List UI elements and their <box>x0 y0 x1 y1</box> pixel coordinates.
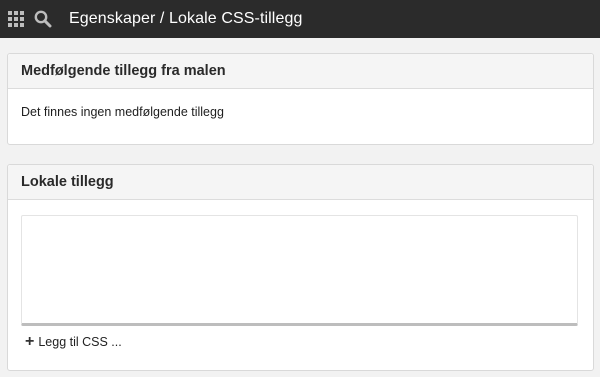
page-title: Egenskaper / Lokale CSS-tillegg <box>69 10 303 27</box>
local-addons-panel: Lokale tillegg + Legg til CSS ... <box>7 164 594 371</box>
add-css-button[interactable]: + Legg til CSS ... <box>25 333 122 350</box>
bundled-addons-panel: Medfølgende tillegg fra malen Det finnes… <box>7 53 594 145</box>
local-addons-heading: Lokale tillegg <box>8 165 593 200</box>
plus-icon: + <box>25 333 35 350</box>
top-bar: Egenskaper / Lokale CSS-tillegg <box>0 0 600 38</box>
bundled-addons-heading: Medfølgende tillegg fra malen <box>8 54 593 89</box>
grid-icon[interactable] <box>8 10 25 28</box>
css-editor[interactable] <box>21 215 578 326</box>
add-css-label: Legg til CSS ... <box>38 335 122 349</box>
search-icon[interactable] <box>33 9 53 29</box>
bundled-addons-empty-text: Det finnes ingen medfølgende tillegg <box>21 105 224 119</box>
